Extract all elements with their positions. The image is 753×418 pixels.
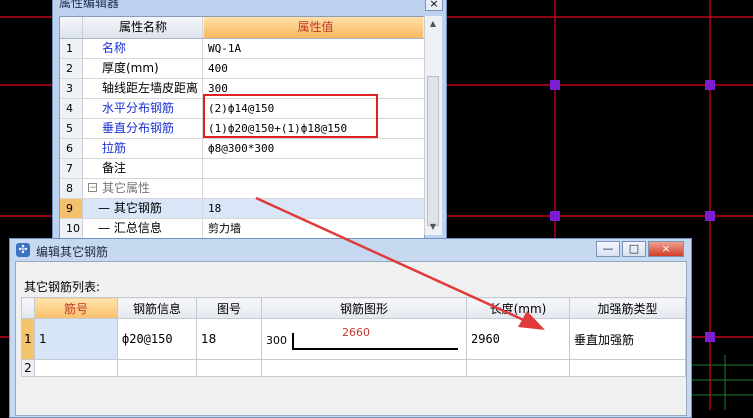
property-name: 备注 [84, 159, 203, 178]
row-number: 3 [60, 79, 83, 98]
row-number: 10 [60, 219, 83, 238]
property-name-header: 属性名称 [84, 17, 203, 38]
close-button[interactable]: × [648, 241, 684, 257]
property-row[interactable]: 1 名称 WQ-1A [60, 39, 424, 59]
property-name: — 其它钢筋 [84, 199, 203, 218]
property-value-header: 属性值 [204, 17, 423, 38]
rebar-table: 筋号 钢筋信息 图号 钢筋图形 长度(mm) 加强筋类型 1 1 ф20@150… [21, 297, 686, 377]
row-number: 8 [60, 179, 83, 198]
property-group-row[interactable]: 8− 其它属性 [60, 179, 424, 199]
row-number-header [60, 17, 83, 38]
shape-cell[interactable]: 300 2660 [261, 318, 467, 360]
property-value[interactable]: 18 [204, 199, 423, 218]
property-row[interactable]: 10— 汇总信息 剪力墙 [60, 219, 424, 239]
property-name: — 汇总信息 [84, 219, 203, 238]
table-row[interactable]: 2 [21, 359, 686, 377]
app-logo-icon: ✣ [16, 243, 30, 257]
figure-cell[interactable] [196, 359, 262, 377]
scrollbar-thumb[interactable] [427, 76, 439, 226]
property-name-label: 汇总信息 [113, 221, 162, 235]
close-button[interactable]: × [425, 0, 443, 11]
row-number: 7 [60, 159, 83, 178]
row-number: 4 [60, 99, 83, 118]
property-row[interactable]: 6 拉筋 ф8@300*300 [60, 139, 424, 159]
property-group-name: − 其它属性 [84, 179, 203, 198]
column-header-bar-no[interactable]: 筋号 [34, 297, 118, 319]
edit-other-rebar-dialog: ✣ 编辑其它钢筋 — □ × 其它钢筋列表: 筋号 钢筋信息 图号 钢筋图形 长… [9, 238, 692, 418]
property-group-label: 其它属性 [102, 181, 151, 195]
length-cell[interactable] [466, 359, 570, 377]
row-number: 2 [21, 359, 35, 377]
dialog-title: 编辑其它钢筋 [36, 245, 109, 259]
shape-cell[interactable] [261, 359, 467, 377]
property-row[interactable]: 7 备注 [60, 159, 424, 179]
type-cell[interactable]: 垂直加强筋 [569, 318, 686, 360]
property-row-selected[interactable]: 9— 其它钢筋 18 [60, 199, 424, 219]
column-header-shape[interactable]: 钢筋图形 [261, 297, 467, 319]
type-cell[interactable] [569, 359, 686, 377]
tree-line-icon: — [98, 221, 110, 235]
property-grid-header: 属性名称 属性值 [60, 17, 424, 39]
property-editor-title: 属性编辑器 [59, 0, 120, 10]
rebar-list-label: 其它钢筋列表: [24, 280, 101, 294]
scroll-down-icon[interactable]: ▼ [427, 221, 439, 233]
collapse-icon[interactable]: − [88, 183, 97, 193]
row-number-header [21, 297, 35, 319]
dialog-body: 其它钢筋列表: 筋号 钢筋信息 图号 钢筋图形 长度(mm) 加强筋类型 1 1… [15, 261, 687, 416]
info-cell[interactable] [117, 359, 197, 377]
column-header-type[interactable]: 加强筋类型 [569, 297, 686, 319]
rebar-shape-icon [292, 333, 458, 350]
length-cell[interactable]: 2960 [466, 318, 570, 360]
property-name: 水平分布钢筋 [84, 99, 203, 118]
highlight-box [203, 94, 378, 138]
property-name: 拉筋 [84, 139, 203, 158]
property-value [204, 179, 423, 198]
table-header-row: 筋号 钢筋信息 图号 钢筋图形 长度(mm) 加强筋类型 [21, 297, 686, 319]
row-number: 6 [60, 139, 83, 158]
property-value[interactable]: ф8@300*300 [204, 139, 423, 158]
column-header-length[interactable]: 长度(mm) [466, 297, 570, 319]
bar-no-cell[interactable]: 1 [34, 318, 118, 360]
property-value[interactable] [204, 159, 423, 178]
property-value[interactable]: 400 [204, 59, 423, 78]
maximize-button[interactable]: □ [622, 241, 646, 257]
property-name: 垂直分布钢筋 [84, 119, 203, 138]
scroll-up-icon[interactable]: ▲ [427, 18, 439, 30]
minimize-button[interactable]: — [596, 241, 620, 257]
shape-left-dim: 300 [266, 334, 287, 347]
property-value[interactable]: 剪力墙 [204, 219, 423, 238]
column-header-figure[interactable]: 图号 [196, 297, 262, 319]
row-number: 2 [60, 59, 83, 78]
bar-no-cell[interactable] [34, 359, 118, 377]
figure-cell[interactable]: 18 [196, 318, 262, 360]
row-number: 1 [21, 318, 35, 360]
row-number: 1 [60, 39, 83, 58]
info-cell[interactable]: ф20@150 [117, 318, 197, 360]
property-name: 厚度(mm) [84, 59, 203, 78]
property-name-label: 其它钢筋 [113, 201, 162, 215]
row-number: 5 [60, 119, 83, 138]
property-row[interactable]: 2 厚度(mm) 400 [60, 59, 424, 79]
property-name: 轴线距左墙皮距离 [84, 79, 203, 98]
table-row[interactable]: 1 1 ф20@150 18 300 2660 2960 垂直加强筋 [21, 318, 686, 360]
column-header-info[interactable]: 钢筋信息 [117, 297, 197, 319]
property-value[interactable]: WQ-1A [204, 39, 423, 58]
property-name: 名称 [84, 39, 203, 58]
rebar-shape: 300 2660 [262, 319, 466, 359]
row-number: 9 [60, 199, 83, 218]
tree-line-icon: — [98, 201, 110, 215]
vertical-scrollbar[interactable]: ▲ ▼ [424, 16, 442, 235]
